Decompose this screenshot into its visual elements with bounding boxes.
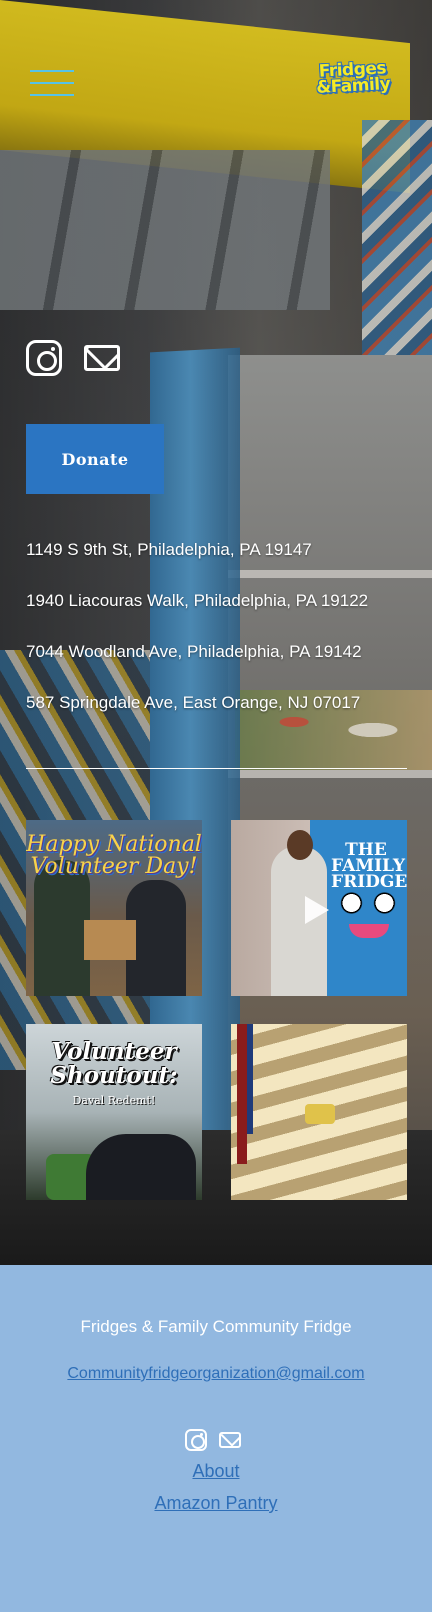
social-links (26, 340, 120, 376)
address-list: 1149 S 9th St, Philadelphia, PA 19147 19… (26, 540, 416, 744)
post-photo-sponge (305, 1104, 335, 1124)
footer-link-amazon-pantry[interactable]: Amazon Pantry (0, 1493, 432, 1514)
post-caption: Volunteer Shoutout: (50, 1038, 178, 1089)
site-header: Fridges &Family (0, 0, 432, 110)
play-icon[interactable] (305, 896, 329, 924)
menu-bar (30, 82, 74, 84)
post-photo-person (34, 860, 90, 996)
address-item: 7044 Woodland Ave, Philadelphia, PA 1914… (26, 642, 362, 661)
menu-bar (30, 94, 74, 96)
post-caption: Happy National Volunteer Day! (26, 832, 202, 879)
post-photo-pen (247, 1024, 253, 1134)
divider (26, 768, 407, 769)
site-logo[interactable]: Fridges &Family (307, 58, 399, 103)
address-item: 1940 Liacouras Walk, Philadelphia, PA 19… (26, 591, 369, 610)
post-caption: THE FAMILY FRIDGE (331, 840, 407, 892)
logo-line-2: &Family (315, 74, 391, 98)
mail-icon[interactable] (219, 1432, 241, 1448)
footer-email-link[interactable]: Communityfridgeorganization@gmail.com (0, 1365, 432, 1383)
post-photo-pen (237, 1024, 247, 1164)
post-mural-eyes (335, 890, 401, 916)
site-footer: Fridges & Family Community Fridge Commun… (0, 1265, 432, 1612)
footer-social-links (185, 1429, 241, 1451)
feed-post-volunteer-day[interactable]: Happy National Volunteer Day! (26, 820, 202, 996)
address-item: 587 Springdale Ave, East Orange, NJ 0701… (26, 693, 361, 712)
post-photo-head (287, 830, 313, 860)
instagram-icon[interactable] (26, 340, 62, 376)
hero-content: Donate 1149 S 9th St, Philadelphia, PA 1… (0, 0, 432, 1265)
post-mural-mouth (349, 924, 389, 938)
hamburger-menu-icon[interactable] (30, 70, 74, 96)
menu-bar (30, 70, 74, 72)
footer-title: Fridges & Family Community Fridge (80, 1317, 352, 1336)
instagram-icon[interactable] (185, 1429, 207, 1451)
hero-section: Fridges &Family Donate 1149 S 9th St, Ph… (0, 0, 432, 1265)
feed-post-volunteer-shoutout[interactable]: Volunteer Shoutout: Daval Redemt! (26, 1024, 202, 1200)
post-photo-box (84, 920, 136, 960)
feed-post-fridge-shelf[interactable] (231, 1024, 407, 1200)
donate-button[interactable]: Donate (26, 424, 164, 494)
instagram-feed-grid: Happy National Volunteer Day! THE FAMILY… (26, 820, 407, 1200)
address-item: 1149 S 9th St, Philadelphia, PA 19147 (26, 540, 312, 559)
post-photo-person (86, 1134, 196, 1200)
mail-icon[interactable] (84, 345, 120, 371)
footer-link-about[interactable]: About (0, 1461, 432, 1482)
post-subcaption: Daval Redemt! (72, 1094, 156, 1107)
feed-post-family-fridge-video[interactable]: THE FAMILY FRIDGE (231, 820, 407, 996)
